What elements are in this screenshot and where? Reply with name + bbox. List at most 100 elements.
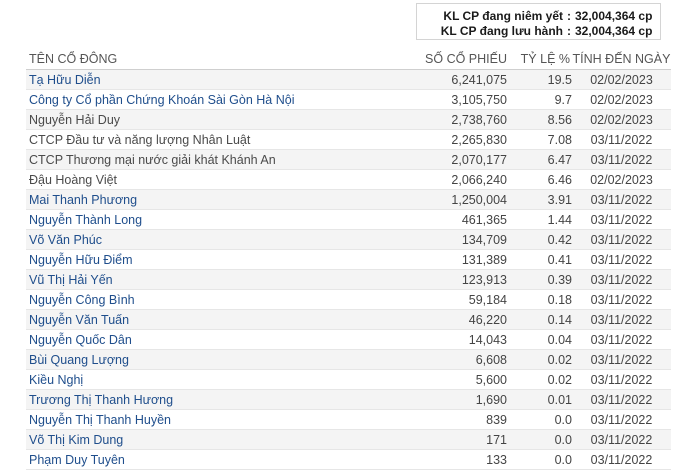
as-of-date: 03/11/2022 — [572, 369, 671, 390]
ownership-percent: 0.14 — [507, 309, 572, 330]
ownership-percent: 0.0 — [507, 409, 572, 430]
share-count: 59,184 — [389, 289, 507, 310]
share-count: 2,070,177 — [389, 149, 507, 170]
shareholder-name[interactable]: Phạm Duy Tuyên — [26, 449, 389, 470]
share-count: 6,241,075 — [389, 69, 507, 90]
table-row: Võ Thị Kim Dung 171 0.0 03/11/2022 — [26, 429, 671, 450]
header-share-count: SỐ CỔ PHIẾU — [389, 49, 507, 70]
shareholder-name[interactable]: Nguyễn Văn Tuấn — [26, 309, 389, 330]
share-count: 2,265,830 — [389, 129, 507, 150]
header-shareholder-name: TÊN CỔ ĐÔNG — [26, 49, 389, 70]
shareholder-name[interactable]: Tạ Hữu Diễn — [26, 69, 389, 90]
shareholder-name[interactable]: Nguyễn Quốc Dân — [26, 329, 389, 350]
outstanding-shares-value: 32,004,364 cp — [575, 24, 653, 38]
share-count: 133 — [389, 449, 507, 470]
ownership-percent: 0.0 — [507, 449, 572, 470]
as-of-date: 03/11/2022 — [572, 189, 671, 210]
as-of-date: 03/11/2022 — [572, 449, 671, 470]
table-row: Nguyễn Thị Thanh Huyền 839 0.0 03/11/2022 — [26, 409, 671, 430]
header-as-of-date: TÍNH ĐẾN NGÀY — [572, 49, 671, 70]
listed-shares-line: KL CP đang niêm yết : 32,004,364 cp — [417, 9, 660, 24]
share-count: 171 — [389, 429, 507, 450]
table-row: Nguyễn Hải Duy 2,738,760 8.56 02/02/2023 — [26, 109, 671, 130]
shareholder-name: Đậu Hoàng Việt — [26, 169, 389, 190]
share-count: 134,709 — [389, 229, 507, 250]
share-count: 6,608 — [389, 349, 507, 370]
ownership-percent: 6.47 — [507, 149, 572, 170]
share-count: 14,043 — [389, 329, 507, 350]
ownership-percent: 1.44 — [507, 209, 572, 230]
table-row: Tạ Hữu Diễn 6,241,075 19.5 02/02/2023 — [26, 69, 671, 90]
share-summary-box: KL CP đang niêm yết : 32,004,364 cp KL C… — [416, 3, 661, 40]
shareholder-name[interactable]: Trương Thị Thanh Hương — [26, 389, 389, 410]
as-of-date: 03/11/2022 — [572, 429, 671, 450]
ownership-percent: 3.91 — [507, 189, 572, 210]
ownership-percent: 0.02 — [507, 349, 572, 370]
shareholders-table: TÊN CỔ ĐÔNG SỐ CỔ PHIẾU TỶ LỆ % TÍNH ĐẾN… — [26, 49, 671, 470]
outstanding-shares-separator: : — [567, 24, 571, 38]
ownership-percent: 0.01 — [507, 389, 572, 410]
as-of-date: 03/11/2022 — [572, 229, 671, 250]
as-of-date: 03/11/2022 — [572, 309, 671, 330]
shareholder-name[interactable]: Công ty Cổ phần Chứng Khoán Sài Gòn Hà N… — [26, 89, 389, 110]
table-row: Mai Thanh Phương 1,250,004 3.91 03/11/2022 — [26, 189, 671, 210]
ownership-percent: 8.56 — [507, 109, 572, 130]
share-count: 2,066,240 — [389, 169, 507, 190]
as-of-date: 03/11/2022 — [572, 289, 671, 310]
share-count: 5,600 — [389, 369, 507, 390]
as-of-date: 03/11/2022 — [572, 349, 671, 370]
table-row: Phạm Duy Tuyên 133 0.0 03/11/2022 — [26, 449, 671, 470]
shareholder-name[interactable]: Võ Thị Kim Dung — [26, 429, 389, 450]
table-header-row: TÊN CỔ ĐÔNG SỐ CỔ PHIẾU TỶ LỆ % TÍNH ĐẾN… — [26, 49, 671, 70]
shareholder-name[interactable]: Nguyễn Hữu Điểm — [26, 249, 389, 270]
as-of-date: 03/11/2022 — [572, 269, 671, 290]
outstanding-shares-label: KL CP đang lưu hành — [440, 24, 563, 38]
as-of-date: 02/02/2023 — [572, 69, 671, 90]
share-count: 131,389 — [389, 249, 507, 270]
share-count: 1,690 — [389, 389, 507, 410]
as-of-date: 03/11/2022 — [572, 409, 671, 430]
table-row: Trương Thị Thanh Hương 1,690 0.01 03/11/202… — [26, 389, 671, 410]
shareholder-name[interactable]: Nguyễn Thành Long — [26, 209, 389, 230]
share-count: 3,105,750 — [389, 89, 507, 110]
shareholder-name[interactable]: Bùi Quang Lượng — [26, 349, 389, 370]
outstanding-shares-line: KL CP đang lưu hành : 32,004,364 cp — [417, 24, 660, 39]
ownership-percent: 0.39 — [507, 269, 572, 290]
shareholder-name[interactable]: Võ Văn Phúc — [26, 229, 389, 250]
ownership-percent: 19.5 — [507, 69, 572, 90]
shareholder-name[interactable]: Kiều Nghị — [26, 369, 389, 390]
table-row: Đậu Hoàng Việt 2,066,240 6.46 02/02/2023 — [26, 169, 671, 190]
as-of-date: 03/11/2022 — [572, 129, 671, 150]
listed-shares-value: 32,004,364 cp — [575, 9, 653, 23]
ownership-percent: 7.08 — [507, 129, 572, 150]
share-count: 1,250,004 — [389, 189, 507, 210]
table-row: Công ty Cổ phần Chứng Khoán Sài Gòn Hà N… — [26, 89, 671, 110]
shareholder-name: CTCP Đầu tư và năng lượng Nhân Luật — [26, 129, 389, 150]
ownership-percent: 6.46 — [507, 169, 572, 190]
as-of-date: 03/11/2022 — [572, 209, 671, 230]
share-count: 2,738,760 — [389, 109, 507, 130]
listed-shares-label: KL CP đang niêm yết — [443, 9, 563, 23]
ownership-percent: 9.7 — [507, 89, 572, 110]
table-row: Nguyễn Công Bình 59,184 0.18 03/11/2022 — [26, 289, 671, 310]
shareholder-name: Nguyễn Hải Duy — [26, 109, 389, 130]
as-of-date: 02/02/2023 — [572, 89, 671, 110]
shareholder-name[interactable]: Nguyễn Thị Thanh Huyền — [26, 409, 389, 430]
as-of-date: 02/02/2023 — [572, 169, 671, 190]
table-row: CTCP Thương mại nước giải khát Khánh An 2… — [26, 149, 671, 170]
share-count: 123,913 — [389, 269, 507, 290]
as-of-date: 03/11/2022 — [572, 149, 671, 170]
table-row: Vũ Thị Hải Yến 123,913 0.39 03/11/2022 — [26, 269, 671, 290]
as-of-date: 02/02/2023 — [572, 109, 671, 130]
shareholder-name[interactable]: Nguyễn Công Bình — [26, 289, 389, 310]
ownership-percent: 0.0 — [507, 429, 572, 450]
shareholder-name[interactable]: Mai Thanh Phương — [26, 189, 389, 210]
ownership-percent: 0.41 — [507, 249, 572, 270]
table-row: Bùi Quang Lượng 6,608 0.02 03/11/2022 — [26, 349, 671, 370]
table-row: Võ Văn Phúc 134,709 0.42 03/11/2022 — [26, 229, 671, 250]
shareholder-name[interactable]: Vũ Thị Hải Yến — [26, 269, 389, 290]
table-row: Nguyễn Văn Tuấn 46,220 0.14 03/11/2022 — [26, 309, 671, 330]
as-of-date: 03/11/2022 — [572, 249, 671, 270]
listed-shares-separator: : — [567, 9, 571, 23]
header-percent: TỶ LỆ % — [507, 49, 572, 70]
